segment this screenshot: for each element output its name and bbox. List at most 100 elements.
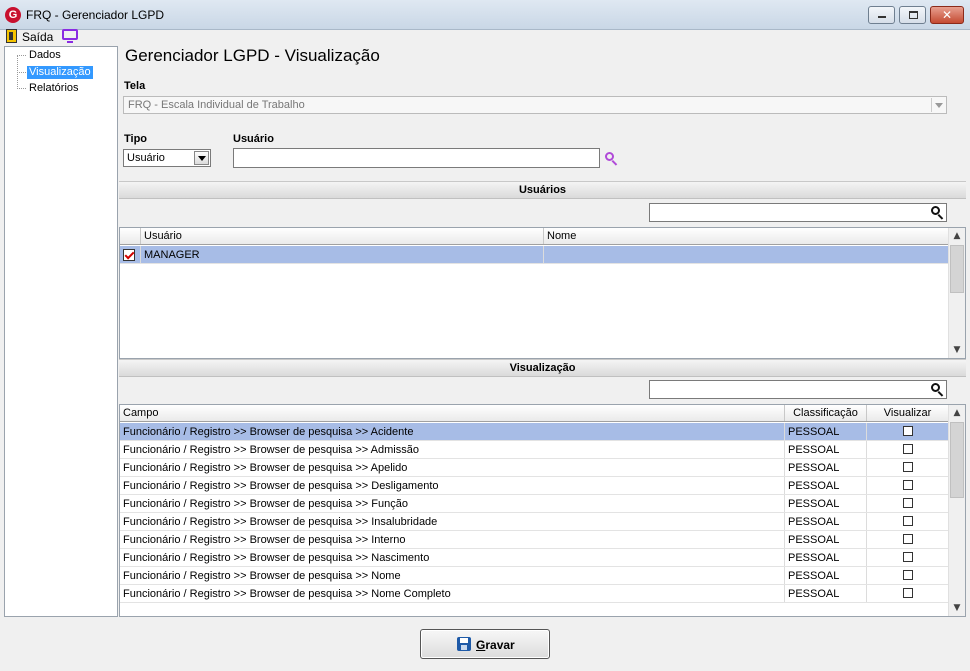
minimize-icon [878, 16, 886, 18]
column-header-usuario[interactable]: Usuário [141, 228, 544, 244]
tree-item-visualizacao[interactable]: Visualização [27, 66, 93, 79]
visualizacao-scrollbar[interactable]: ▲ ▼ [948, 405, 965, 616]
visualizar-checkbox[interactable] [902, 444, 913, 455]
usuario-label: Usuário [233, 133, 274, 145]
cell-campo: Funcionário / Registro >> Browser de pes… [120, 459, 785, 476]
minimize-button[interactable] [868, 6, 895, 24]
grid-header: Campo Classificação Visualizar [120, 405, 949, 422]
page-title: Gerenciador LGPD - Visualização [125, 46, 380, 65]
cell-visualizar [867, 441, 949, 458]
cell-visualizar [867, 459, 949, 476]
table-row[interactable]: Funcionário / Registro >> Browser de pes… [120, 423, 949, 441]
cell-classificacao: PESSOAL [785, 531, 867, 548]
column-header-campo[interactable]: Campo [120, 405, 785, 421]
visualizacao-section-header: Visualização [119, 359, 966, 377]
visualizacao-grid: Campo Classificação Visualizar Funcionár… [119, 404, 966, 617]
monitor-icon[interactable] [62, 29, 78, 43]
visualizar-checkbox[interactable] [902, 552, 913, 563]
tipo-label: Tipo [124, 133, 148, 145]
save-button-label: Gravar [476, 638, 515, 652]
title-bar: G FRQ - Gerenciador LGPD ✕ [0, 0, 970, 30]
cell-classificacao: PESSOAL [785, 495, 867, 512]
tela-label: Tela [124, 80, 146, 92]
scroll-thumb[interactable] [950, 422, 964, 498]
table-row[interactable]: Funcionário / Registro >> Browser de pes… [120, 585, 949, 603]
table-row[interactable]: Funcionário / Registro >> Browser de pes… [120, 531, 949, 549]
close-button[interactable]: ✕ [930, 6, 964, 24]
table-row[interactable]: Funcionário / Registro >> Browser de pes… [120, 513, 949, 531]
column-header-nome[interactable]: Nome [544, 228, 949, 244]
close-icon: ✕ [941, 8, 953, 22]
table-row[interactable]: Funcionário / Registro >> Browser de pes… [120, 477, 949, 495]
column-header-visualizar[interactable]: Visualizar [867, 405, 949, 421]
chevron-down-icon[interactable] [931, 98, 945, 112]
cell-classificacao: PESSOAL [785, 477, 867, 494]
table-row[interactable]: MANAGER [120, 246, 949, 264]
tipo-select[interactable]: Usuário [123, 149, 211, 167]
cell-visualizar [867, 531, 949, 548]
usuarios-scrollbar[interactable]: ▲ ▼ [948, 228, 965, 358]
visualizar-checkbox[interactable] [902, 426, 913, 437]
table-row[interactable]: Funcionário / Registro >> Browser de pes… [120, 441, 949, 459]
visualizar-checkbox[interactable] [902, 534, 913, 545]
cell-usuario: MANAGER [141, 246, 544, 263]
menu-exit[interactable]: Saída [22, 30, 53, 44]
maximize-icon [909, 11, 918, 19]
cell-classificacao: PESSOAL [785, 441, 867, 458]
scroll-up-icon[interactable]: ▲ [949, 405, 965, 421]
cell-visualizar [867, 423, 949, 440]
column-header-classificacao[interactable]: Classificação [785, 405, 867, 421]
usuario-input[interactable] [233, 148, 600, 168]
cell-classificacao: PESSOAL [785, 513, 867, 530]
usuarios-search-input[interactable] [649, 203, 947, 222]
tree-item-relatorios[interactable]: Relatórios [27, 82, 81, 95]
table-row[interactable]: Funcionário / Registro >> Browser de pes… [120, 495, 949, 513]
cell-campo: Funcionário / Registro >> Browser de pes… [120, 477, 785, 494]
table-row[interactable]: Funcionário / Registro >> Browser de pes… [120, 549, 949, 567]
save-button[interactable]: Gravar [420, 629, 550, 659]
chevron-down-icon[interactable] [194, 151, 209, 165]
column-header-check [120, 228, 141, 244]
visualizacao-search-input[interactable] [649, 380, 947, 399]
visualizar-checkbox[interactable] [902, 588, 913, 599]
maximize-button[interactable] [899, 6, 926, 24]
cell-classificacao: PESSOAL [785, 567, 867, 584]
menu-bar: Saída [0, 29, 970, 45]
scroll-down-icon[interactable]: ▼ [949, 600, 965, 616]
table-row[interactable]: Funcionário / Registro >> Browser de pes… [120, 567, 949, 585]
scroll-up-icon[interactable]: ▲ [949, 228, 965, 244]
visualizar-checkbox[interactable] [902, 462, 913, 473]
table-row[interactable]: Funcionário / Registro >> Browser de pes… [120, 459, 949, 477]
checked-checkbox[interactable] [123, 249, 135, 261]
cell-visualizar [867, 585, 949, 602]
window-title: FRQ - Gerenciador LGPD [26, 8, 165, 22]
cell-visualizar [867, 567, 949, 584]
cell-visualizar [867, 513, 949, 530]
usuarios-section-header: Usuários [119, 181, 966, 199]
cell-visualizar [867, 495, 949, 512]
scroll-down-icon[interactable]: ▼ [949, 342, 965, 358]
tree-item-dados[interactable]: Dados [27, 49, 63, 62]
tela-select-value: FRQ - Escala Individual de Trabalho [128, 99, 305, 111]
search-icon[interactable] [605, 152, 618, 166]
tela-select[interactable]: FRQ - Escala Individual de Trabalho [123, 96, 947, 114]
tree-connector [17, 88, 26, 89]
search-icon[interactable] [931, 206, 944, 220]
cell-campo: Funcionário / Registro >> Browser de pes… [120, 567, 785, 584]
cell-campo: Funcionário / Registro >> Browser de pes… [120, 513, 785, 530]
exit-door-icon[interactable] [6, 29, 17, 43]
visualizar-checkbox[interactable] [902, 480, 913, 491]
cell-campo: Funcionário / Registro >> Browser de pes… [120, 423, 785, 440]
scroll-thumb[interactable] [950, 245, 964, 293]
cell-visualizar [867, 477, 949, 494]
visualizar-checkbox[interactable] [902, 516, 913, 527]
grid-header: Usuário Nome [120, 228, 949, 245]
tipo-select-value: Usuário [127, 152, 165, 164]
cell-classificacao: PESSOAL [785, 549, 867, 566]
floppy-disk-icon [457, 637, 471, 651]
cell-classificacao: PESSOAL [785, 459, 867, 476]
search-icon[interactable] [931, 383, 944, 397]
visualizar-checkbox[interactable] [902, 498, 913, 509]
cell-nome [544, 246, 949, 263]
visualizar-checkbox[interactable] [902, 570, 913, 581]
